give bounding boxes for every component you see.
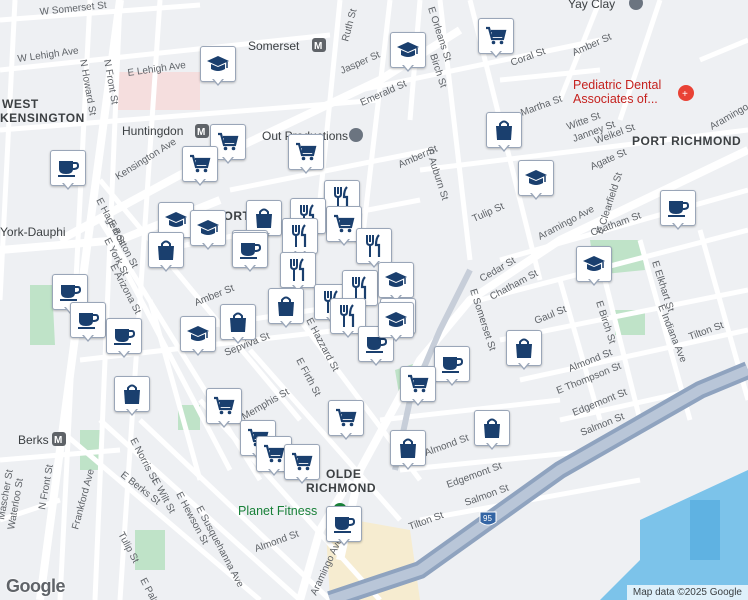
poi-dental-label-2: Associates of... bbox=[573, 92, 658, 106]
hospital-cross-icon: + bbox=[682, 89, 688, 100]
bag-icon bbox=[114, 376, 150, 412]
poi-marker-bag[interactable] bbox=[506, 330, 542, 372]
bag-icon bbox=[390, 430, 426, 466]
poi-marker-coffee[interactable] bbox=[50, 150, 86, 192]
bag-icon bbox=[148, 232, 184, 268]
map-canvas[interactable]: 95 + Pediatric Dental Associates of... P… bbox=[0, 0, 748, 600]
poi-marker-cart[interactable] bbox=[478, 18, 514, 60]
poi-marker-cart[interactable] bbox=[288, 134, 324, 176]
map-attribution[interactable]: Map data ©2025 Google bbox=[626, 585, 748, 600]
school-icon bbox=[378, 302, 414, 338]
coffee-icon bbox=[50, 150, 86, 186]
station-somerset-label: Somerset bbox=[248, 39, 300, 53]
poi-marker-bag[interactable] bbox=[114, 376, 150, 418]
poi-marker-bag[interactable] bbox=[148, 232, 184, 274]
poi-marker-coffee[interactable] bbox=[434, 346, 470, 388]
poi-marker-bag[interactable] bbox=[390, 430, 426, 472]
bag-icon bbox=[268, 288, 304, 324]
poi-marker-coffee[interactable] bbox=[70, 302, 106, 344]
coffee-icon bbox=[70, 302, 106, 338]
poi-marker-coffee[interactable] bbox=[326, 506, 362, 548]
bag-icon bbox=[220, 304, 256, 340]
poi-planet-fitness-label: Planet Fitness bbox=[238, 504, 317, 518]
cart-icon bbox=[478, 18, 514, 54]
i95-shield: 95 bbox=[479, 511, 497, 526]
google-logo: Google bbox=[6, 576, 66, 596]
school-icon bbox=[190, 210, 226, 246]
poi-marker-school[interactable] bbox=[390, 32, 426, 74]
school-icon bbox=[180, 316, 216, 352]
poi-marker-bag[interactable] bbox=[268, 288, 304, 330]
poi-marker-school[interactable] bbox=[200, 46, 236, 88]
poi-marker-school[interactable] bbox=[576, 246, 612, 288]
poi-marker-school[interactable] bbox=[190, 210, 226, 252]
cart-icon bbox=[288, 134, 324, 170]
poi-yay-clay-label: Yay Clay bbox=[568, 0, 615, 11]
camera-icon bbox=[349, 128, 363, 142]
coffee-icon bbox=[660, 190, 696, 226]
coffee-icon bbox=[106, 318, 142, 354]
school-icon bbox=[200, 46, 236, 82]
poi-marker-cart[interactable] bbox=[400, 366, 436, 408]
poi-marker-cart[interactable] bbox=[328, 400, 364, 442]
cart-icon bbox=[206, 388, 242, 424]
svg-text:M: M bbox=[54, 435, 62, 446]
restaurant-icon bbox=[282, 218, 318, 254]
poi-marker-coffee[interactable] bbox=[232, 232, 268, 274]
poi-marker-cart[interactable] bbox=[182, 146, 218, 188]
school-icon bbox=[576, 246, 612, 282]
bag-icon bbox=[506, 330, 542, 366]
poi-marker-cart[interactable] bbox=[284, 444, 320, 486]
poi-marker-cart[interactable] bbox=[206, 388, 242, 430]
i95-label: 95 bbox=[483, 514, 492, 523]
cart-icon bbox=[328, 400, 364, 436]
restaurant-icon bbox=[280, 252, 316, 288]
place-olde-label-1: OLDE bbox=[326, 467, 361, 481]
place-west-label-1: WEST bbox=[2, 97, 39, 111]
poi-marker-bag[interactable] bbox=[486, 112, 522, 154]
school-icon bbox=[518, 160, 554, 196]
station-huntingdon-label: Huntingdon bbox=[122, 124, 183, 138]
poi-marker-coffee[interactable] bbox=[106, 318, 142, 360]
place-port-richmond-label: PORT RICHMOND bbox=[632, 134, 741, 148]
cart-icon bbox=[284, 444, 320, 480]
station-york-dauphin-label: York-Dauphi bbox=[0, 225, 66, 239]
coffee-icon bbox=[434, 346, 470, 382]
coffee-icon bbox=[326, 506, 362, 542]
cart-icon bbox=[182, 146, 218, 182]
school-icon bbox=[378, 262, 414, 298]
school-icon bbox=[390, 32, 426, 68]
svg-text:M: M bbox=[314, 41, 322, 52]
svg-text:M: M bbox=[197, 127, 205, 138]
station-berks-label: Berks bbox=[18, 433, 49, 447]
poi-marker-bag[interactable] bbox=[220, 304, 256, 346]
coffee-icon bbox=[232, 232, 268, 268]
poi-marker-school[interactable] bbox=[378, 302, 414, 344]
poi-marker-coffee[interactable] bbox=[660, 190, 696, 232]
place-west-label-2: KENSINGTON bbox=[0, 111, 85, 125]
poi-marker-bag[interactable] bbox=[474, 410, 510, 452]
poi-marker-school[interactable] bbox=[518, 160, 554, 202]
restaurant-icon bbox=[356, 228, 392, 264]
bag-icon bbox=[486, 112, 522, 148]
bag-icon bbox=[474, 410, 510, 446]
poi-dental-label-1: Pediatric Dental bbox=[573, 78, 661, 92]
cart-icon bbox=[400, 366, 436, 402]
poi-marker-school[interactable] bbox=[180, 316, 216, 358]
